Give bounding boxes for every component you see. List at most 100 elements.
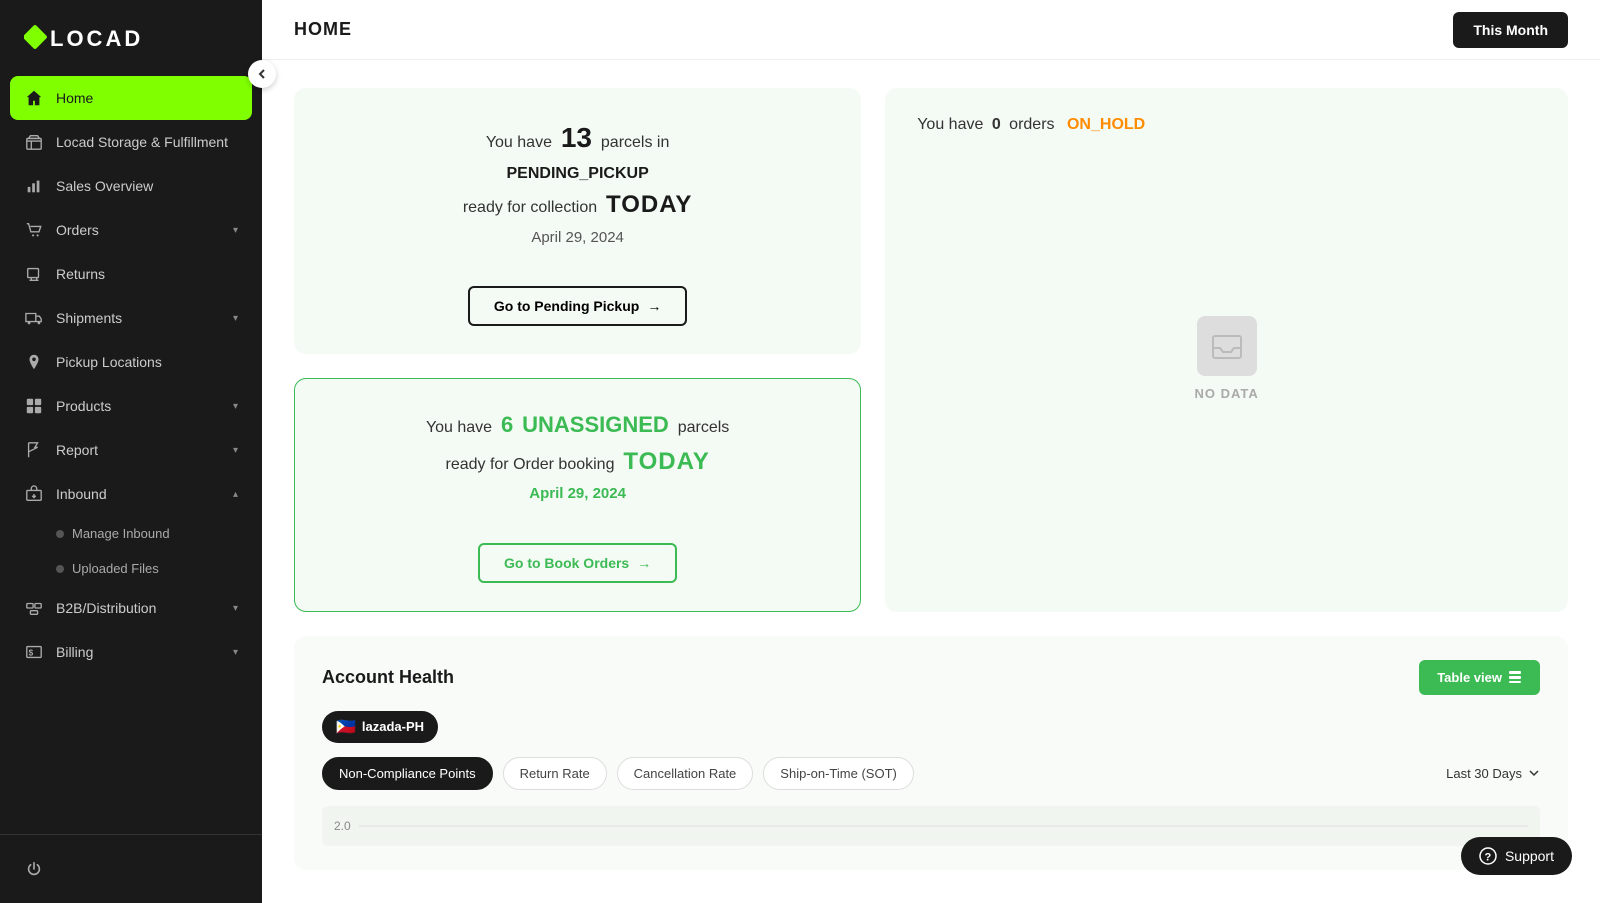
pending-today: TODAY: [606, 191, 692, 218]
sidebar-subitem-manage-inbound[interactable]: Manage Inbound: [0, 516, 262, 551]
tab-non-compliance[interactable]: Non-Compliance Points: [322, 757, 493, 790]
chevron-down-icon: ▾: [233, 603, 238, 614]
this-month-button[interactable]: This Month: [1453, 12, 1568, 48]
sidebar-item-label: Pickup Locations: [56, 354, 238, 370]
chevron-down-icon: ▾: [233, 313, 238, 324]
unassigned-status: UNASSIGNED: [522, 412, 669, 437]
sidebar-item-shipments[interactable]: Shipments ▾: [0, 296, 262, 340]
sidebar-item-billing[interactable]: $ Billing ▾: [0, 630, 262, 674]
sidebar-item-report[interactable]: Report ▾: [0, 428, 262, 472]
pending-card-text: You have 13 parcels in PENDING_PICKUP re…: [326, 116, 829, 250]
sidebar-item-storage[interactable]: Locad Storage & Fulfillment: [0, 120, 262, 164]
chart-y-label: 2.0: [334, 819, 351, 833]
b2b-icon: [24, 598, 44, 618]
pending-ready-text: ready for collection: [463, 199, 597, 216]
ah-chart-area: 2.0: [322, 806, 1540, 846]
sub-item-label: Uploaded Files: [72, 561, 159, 576]
platform-label: lazada-PH: [362, 719, 424, 734]
logo-area: LOCAD: [0, 0, 262, 76]
unassigned-prefix: You have: [426, 419, 492, 436]
sidebar-item-label: Products: [56, 398, 221, 414]
sidebar: LOCAD Home Locad Storage & Fulfillment S…: [0, 0, 262, 903]
unassigned-suffix: parcels: [678, 419, 730, 436]
unassigned-ready: ready for Order booking: [445, 456, 614, 473]
sidebar-item-sales[interactable]: Sales Overview: [0, 164, 262, 208]
chevron-down-icon: ▾: [233, 647, 238, 658]
platform-badge[interactable]: 🇵🇭 lazada-PH: [322, 711, 438, 743]
sidebar-item-inbound[interactable]: Inbound ▴: [0, 472, 262, 516]
svg-text:LOCAD: LOCAD: [50, 26, 143, 51]
sidebar-item-pickup[interactable]: Pickup Locations: [0, 340, 262, 384]
support-label: Support: [1505, 848, 1554, 864]
inbound-icon: [24, 484, 44, 504]
sidebar-item-orders[interactable]: Orders ▾: [0, 208, 262, 252]
sub-item-label: Manage Inbound: [72, 526, 170, 541]
empty-inbox-icon: [1209, 328, 1245, 364]
sidebar-item-b2b[interactable]: B2B/Distribution ▾: [0, 586, 262, 630]
go-to-book-orders-button[interactable]: Go to Book Orders →: [478, 543, 677, 583]
account-health-section: Account Health Table view 🇵🇭 lazada-PH N…: [294, 636, 1568, 870]
sidebar-item-home[interactable]: Home: [10, 76, 252, 120]
sidebar-subitem-uploaded-files[interactable]: Uploaded Files: [0, 551, 262, 586]
sidebar-item-label: Home: [56, 90, 238, 106]
table-view-button[interactable]: Table view: [1419, 660, 1540, 695]
chart-icon: [24, 176, 44, 196]
svg-text:?: ?: [1484, 852, 1491, 864]
box-icon: [24, 132, 44, 152]
sidebar-item-returns[interactable]: Returns: [0, 252, 262, 296]
topbar: HOME This Month: [262, 0, 1600, 60]
flag-icon: [24, 440, 44, 460]
sidebar-item-label: Inbound: [56, 486, 221, 502]
support-button[interactable]: ? Support: [1461, 837, 1572, 875]
tab-cancellation-rate[interactable]: Cancellation Rate: [617, 757, 754, 790]
main-content: HOME This Month You have 13 parcels in P…: [262, 0, 1600, 903]
left-cards: You have 13 parcels in PENDING_PICKUP re…: [294, 88, 861, 612]
date-range-label: Last 30 Days: [1446, 766, 1522, 781]
table-view-label: Table view: [1437, 670, 1502, 685]
pending-count: 13: [561, 122, 592, 153]
pending-pickup-card: You have 13 parcels in PENDING_PICKUP re…: [294, 88, 861, 354]
table-icon: [1508, 670, 1522, 684]
tab-label: Ship-on-Time (SOT): [780, 766, 897, 781]
tab-label: Return Rate: [520, 766, 590, 781]
no-data-icon: [1197, 316, 1257, 376]
page-title: HOME: [294, 19, 352, 40]
tab-label: Non-Compliance Points: [339, 766, 476, 781]
content-area: You have 13 parcels in PENDING_PICKUP re…: [262, 60, 1600, 903]
sidebar-item-label: Returns: [56, 266, 238, 282]
svg-text:$: $: [29, 649, 34, 658]
ah-title: Account Health: [322, 667, 454, 688]
unassigned-today: TODAY: [623, 448, 709, 475]
tab-return-rate[interactable]: Return Rate: [503, 757, 607, 790]
date-range-button[interactable]: Last 30 Days: [1446, 766, 1540, 781]
products-icon: [24, 396, 44, 416]
unassigned-date: April 29, 2024: [529, 485, 626, 502]
pending-date: April 29, 2024: [531, 229, 624, 246]
platform-flag: 🇵🇭: [336, 717, 356, 737]
on-hold-suffix: orders: [1009, 116, 1054, 133]
on-hold-header: You have 0 orders ON_HOLD: [917, 116, 1536, 134]
no-data-label: NO DATA: [1194, 386, 1258, 401]
support-icon: ?: [1479, 847, 1497, 865]
no-data-area: NO DATA: [917, 134, 1536, 584]
tab-label: Cancellation Rate: [634, 766, 737, 781]
sidebar-collapse-button[interactable]: [248, 60, 276, 88]
chevron-up-icon: ▴: [233, 489, 238, 500]
ah-header: Account Health Table view: [322, 660, 1540, 695]
return-icon: [24, 264, 44, 284]
sidebar-item-label: Billing: [56, 644, 221, 660]
tab-ship-on-time[interactable]: Ship-on-Time (SOT): [763, 757, 914, 790]
sub-dot: [56, 530, 64, 538]
on-hold-prefix: You have: [917, 116, 983, 133]
unassigned-card-text: You have 6 UNASSIGNED parcels ready for …: [327, 407, 828, 506]
pending-btn-label: Go to Pending Pickup: [494, 298, 639, 314]
power-icon: [24, 859, 44, 879]
sidebar-item-products[interactable]: Products ▾: [0, 384, 262, 428]
sidebar-item-label: Orders: [56, 222, 221, 238]
go-to-pending-pickup-button[interactable]: Go to Pending Pickup →: [468, 286, 687, 326]
sidebar-item-label: Locad Storage & Fulfillment: [56, 134, 238, 150]
pending-suffix: parcels in: [601, 134, 669, 151]
chevron-down-icon: ▾: [233, 225, 238, 236]
cart-icon: [24, 220, 44, 240]
sidebar-power-button[interactable]: [24, 851, 238, 887]
